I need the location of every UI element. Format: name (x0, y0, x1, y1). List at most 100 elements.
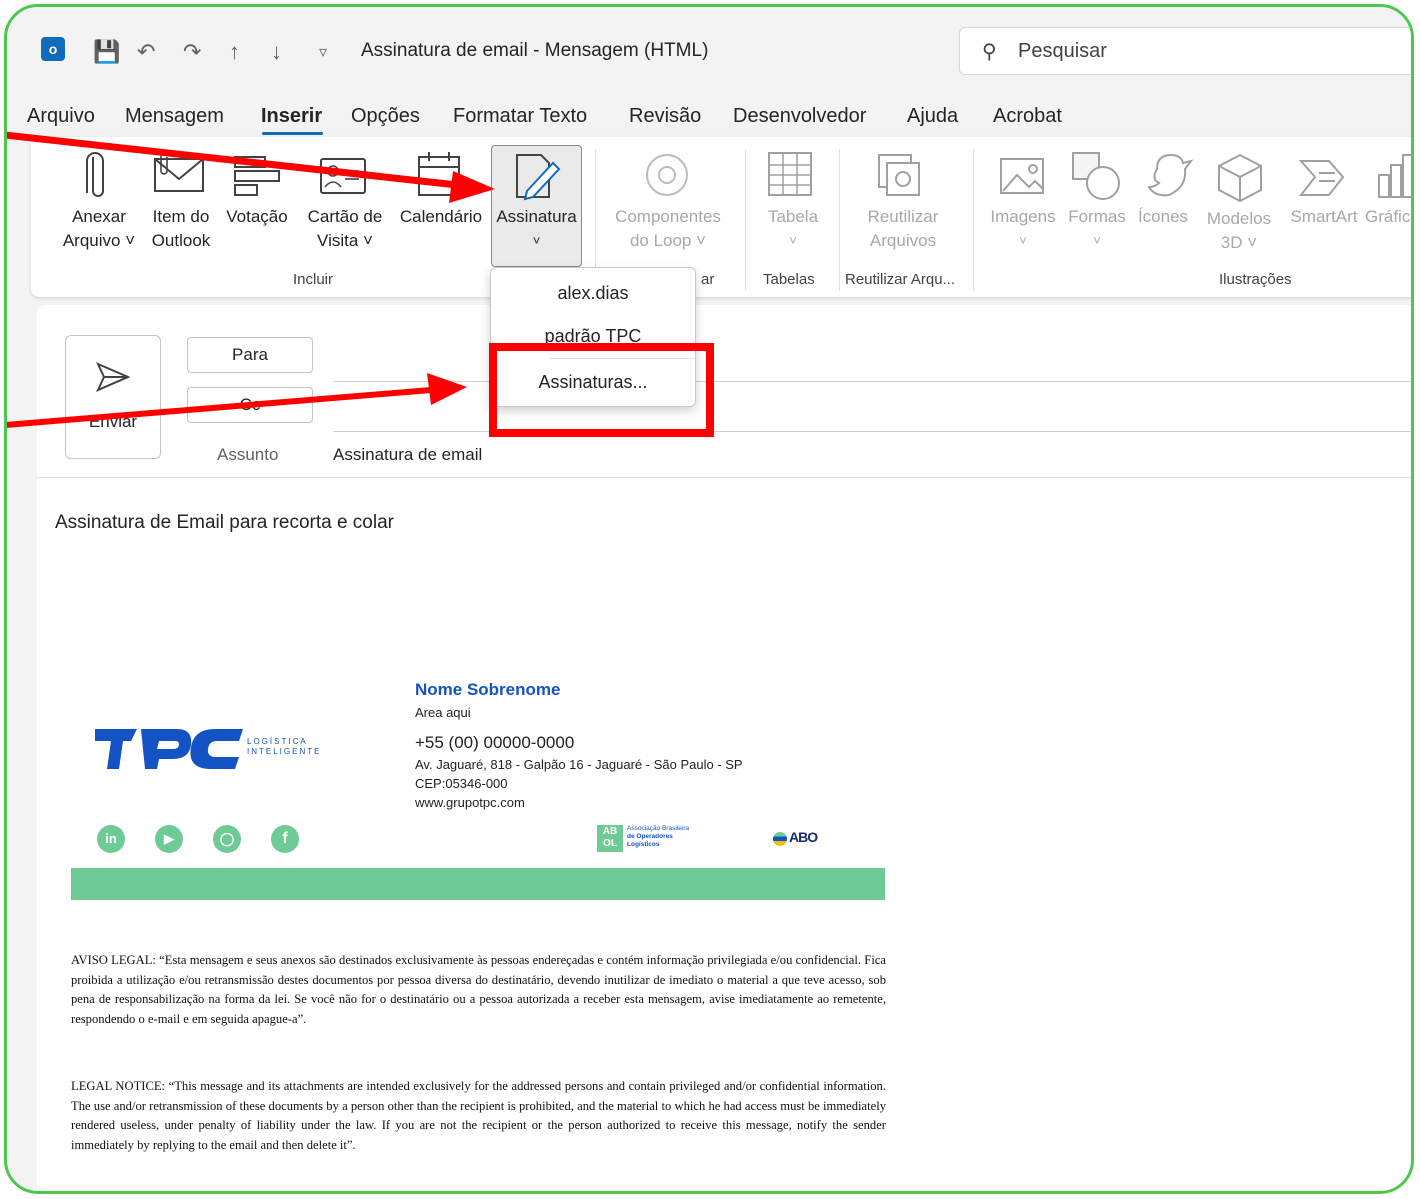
smartart-label: SmartArt (1290, 207, 1358, 226)
signature-area: Area aqui (415, 705, 471, 720)
calendario-button[interactable]: Calendário (393, 205, 489, 229)
tpc-tagline-2: INTELIGENTE (247, 747, 322, 756)
customize-toolbar-icon[interactable]: ▿ (319, 45, 327, 61)
envelope-icon (154, 153, 204, 192)
linkedin-icon[interactable]: in (97, 825, 125, 853)
outlook-window: o 💾 ↶ ↷ ↑ ↓ ▿ Assinatura de email - Mens… (4, 4, 1414, 1194)
business-card-icon (320, 158, 366, 194)
formas-chevron-icon: ˅ (1093, 233, 1101, 248)
icones-label: Ícones (1137, 207, 1189, 226)
formas-button[interactable]: Formas ˅ (1059, 205, 1135, 253)
tab-mensagem[interactable]: Mensagem (125, 105, 224, 128)
assinatura-chevron-icon: ˅ (532, 233, 541, 248)
signature-cep: CEP:05346-000 (415, 776, 508, 791)
signature-green-bar (71, 868, 885, 900)
assinatura-label: Assinatura (496, 207, 577, 226)
cartao-label-2: Visita ˅ (317, 231, 373, 250)
active-tab-indicator (262, 132, 323, 135)
item-label-1: Item do (152, 207, 210, 226)
smartart-button[interactable]: SmartArt (1281, 205, 1367, 229)
reuse-files-icon (878, 154, 920, 196)
votacao-label: Votação (226, 207, 288, 226)
signature-phone: +55 (00) 00000-0000 (415, 733, 575, 752)
tpc-logo (95, 729, 243, 769)
abol-line-3: Logísticos (627, 841, 660, 848)
subject-input[interactable]: Assinatura de email (333, 445, 482, 465)
cc-button[interactable]: Cc (187, 387, 313, 423)
send-icon (96, 362, 130, 392)
arrow-up-icon[interactable]: ↑ (229, 41, 240, 63)
item-do-outlook-button[interactable]: Item do Outlook (145, 205, 217, 253)
calendario-label: Calendário (399, 207, 483, 226)
cartao-de-visita-button[interactable]: Cartão de Visita ˅ (299, 205, 391, 253)
tab-formatar-texto[interactable]: Formatar Texto (453, 105, 587, 128)
signature-name: Nome Sobrenome (415, 680, 561, 699)
icons-bird-icon (1147, 153, 1194, 197)
undo-icon[interactable]: ↶ (137, 41, 155, 63)
calendar-icon (418, 152, 460, 196)
dropdown-item-alex-dias[interactable]: alex.dias (491, 283, 695, 304)
signature-address: Av. Jaguaré, 818 - Galpão 16 - Jaguaré -… (415, 757, 743, 772)
votacao-button[interactable]: Votação (219, 205, 295, 229)
modelos-label-2: 3D ˅ (1220, 233, 1258, 252)
modelos-label-1: Modelos (1206, 209, 1272, 228)
group-separator (745, 149, 746, 291)
group-separator (973, 149, 974, 291)
abol-line-1: Associação Brasileira (627, 825, 690, 832)
grafico-button[interactable]: Gráfic (1365, 205, 1411, 229)
facebook-icon[interactable]: f (271, 825, 299, 853)
tab-revisao[interactable]: Revisão (629, 105, 701, 128)
componentes-do-loop-button[interactable]: Componentes do Loop ˅ (603, 205, 733, 253)
search-box[interactable]: ⚲ Pesquisar (959, 27, 1411, 75)
item-label-2: Outlook (151, 231, 211, 250)
abo-logo-mark (773, 832, 787, 846)
search-icon: ⚲ (982, 41, 997, 63)
group-label-incluir: Incluir (293, 271, 334, 288)
smartart-icon (1299, 160, 1345, 196)
tab-acrobat[interactable]: Acrobat (993, 105, 1062, 128)
voting-icon (234, 156, 280, 196)
imagens-chevron-icon: ˅ (1019, 233, 1027, 248)
legal-notice-en: LEGAL NOTICE: “This message and its atta… (71, 1079, 886, 1152)
abol-line-2: de Operadores (627, 833, 673, 840)
abol-logo-mark: AB OL (597, 825, 623, 852)
tabela-chevron-icon: ˅ (789, 233, 797, 248)
to-button[interactable]: Para (187, 337, 313, 373)
anexar-label-1: Anexar (72, 207, 126, 226)
table-icon (768, 152, 812, 196)
save-icon[interactable]: 💾 (93, 41, 120, 63)
tab-inserir[interactable]: Inserir (261, 105, 322, 128)
reutilizar-label-1: Reutilizar (867, 207, 939, 226)
reutilizar-arquivos-button[interactable]: Reutilizar Arquivos (843, 205, 963, 253)
group-label-tabelas: Tabelas (763, 271, 815, 288)
signature-pen-icon (516, 154, 561, 201)
highlight-box (489, 343, 714, 437)
tab-ajuda[interactable]: Ajuda (907, 105, 958, 128)
send-label: Enviar (88, 412, 138, 431)
send-button[interactable]: Enviar (65, 335, 161, 459)
modelos-3d-button[interactable]: Modelos 3D ˅ (1199, 207, 1279, 255)
tab-opcoes[interactable]: Opções (351, 105, 420, 128)
tabela-button[interactable]: Tabela ˅ (753, 205, 833, 253)
icones-button[interactable]: Ícones (1131, 205, 1195, 229)
grafico-label: Gráfic (1365, 207, 1411, 226)
tabela-label: Tabela (767, 207, 819, 226)
anexar-label-2: Arquivo ˅ (62, 231, 136, 250)
body-intro-text[interactable]: Assinatura de Email para recorta e colar (55, 512, 394, 534)
youtube-icon[interactable]: ▶ (155, 825, 183, 853)
group-label-ilustracoes: Ilustrações (1219, 271, 1292, 288)
instagram-icon[interactable]: ◯ (213, 825, 241, 853)
arrow-down-icon[interactable]: ↓ (271, 41, 282, 63)
group-label-reutilizar: Reutilizar Arqu... (845, 271, 956, 288)
signature-website[interactable]: www.grupotpc.com (415, 795, 525, 810)
imagens-button[interactable]: Imagens ˅ (981, 205, 1065, 253)
legal-notice-pt: AVISO LEGAL: “Esta mensagem e seus anexo… (71, 953, 886, 1026)
chart-icon (1378, 154, 1411, 198)
redo-icon[interactable]: ↷ (183, 41, 201, 63)
subject-label: Assunto (217, 445, 279, 464)
window-title: Assinatura de email - Mensagem (HTML) (361, 40, 709, 61)
tab-arquivo[interactable]: Arquivo (27, 105, 95, 128)
tab-desenvolvedor[interactable]: Desenvolvedor (733, 105, 866, 128)
group-separator (839, 149, 840, 291)
anexar-arquivo-button[interactable]: Anexar Arquivo ˅ (59, 205, 139, 253)
